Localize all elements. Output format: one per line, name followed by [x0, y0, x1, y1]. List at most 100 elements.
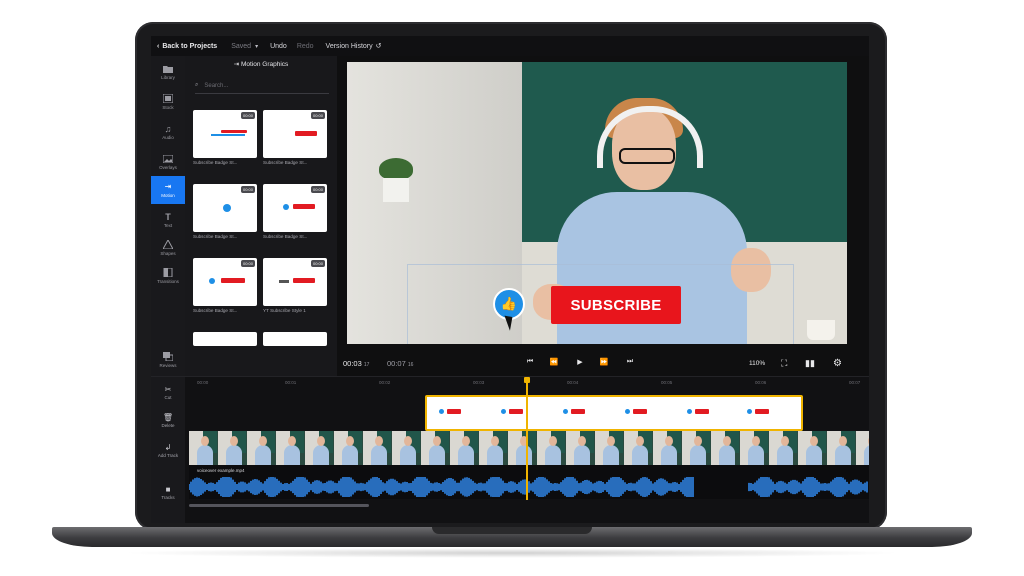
- add-track-icon: ↲: [164, 443, 172, 452]
- cut-button[interactable]: ✂ Cut: [151, 385, 185, 400]
- motion-graphics-panel: ⇥ Motion Graphics ⌕ Search... 00:00 Subs…: [185, 56, 337, 383]
- sidebar-item-overlays[interactable]: Overlays: [151, 148, 185, 176]
- chevron-down-icon[interactable]: ▾: [255, 43, 258, 50]
- motion-graphic-tile[interactable]: 00:00: [193, 110, 257, 158]
- tile-preview-bar: [221, 278, 245, 283]
- add-track-button[interactable]: ↲ Add Track: [151, 443, 185, 458]
- video-frame: [189, 431, 217, 465]
- video-frame: [508, 431, 536, 465]
- ruler-tick: 00:02: [379, 380, 391, 385]
- tile-label: Subscribe Badge St...: [193, 160, 238, 165]
- video-frame: [537, 431, 565, 465]
- tile-preview-bar: [293, 278, 315, 283]
- motion-graphic-tile[interactable]: 00:00: [263, 184, 327, 232]
- back-to-projects-button[interactable]: ‹ Back to Projects: [157, 43, 217, 50]
- tile-preview-dot: [283, 204, 289, 210]
- rewind-icon[interactable]: ⏪: [549, 357, 559, 367]
- sidebar-item-library[interactable]: Library: [151, 58, 185, 86]
- delete-button[interactable]: 🗑 Delete: [151, 413, 185, 428]
- fast-forward-icon[interactable]: ⏩: [599, 357, 609, 367]
- music-note-icon: ♫: [164, 123, 172, 134]
- overlay-icon: [163, 154, 173, 163]
- sidebar-item-motion[interactable]: ⇥ Motion: [151, 176, 185, 204]
- sidebar-item-stock[interactable]: Stock: [151, 88, 185, 116]
- video-frame: [392, 431, 420, 465]
- sidebar-item-shapes[interactable]: Shapes: [151, 234, 185, 262]
- motion-graphic-tile[interactable]: [263, 332, 327, 346]
- gear-icon[interactable]: ⚙: [833, 358, 842, 369]
- version-history-label: Version History: [325, 42, 373, 50]
- back-to-projects-label: Back to Projects: [162, 42, 218, 50]
- panel-title-label: Motion Graphics: [240, 61, 289, 68]
- trash-icon: 🗑: [162, 413, 174, 422]
- version-history-button[interactable]: Version History ↺: [325, 42, 382, 51]
- video-frame: [827, 431, 855, 465]
- video-track[interactable]: [189, 431, 869, 465]
- sidebar-item-label: Stock: [162, 105, 174, 110]
- laptop-shadow: [120, 548, 904, 558]
- history-icon: ↺: [375, 43, 382, 50]
- video-frame: [624, 431, 652, 465]
- tracks-button[interactable]: ■ Tracks: [151, 485, 185, 500]
- current-frames: 17: [363, 361, 370, 368]
- split-view-icon[interactable]: ▮▮: [805, 358, 815, 369]
- sidebar-item-transitions[interactable]: Transitions: [151, 262, 185, 290]
- motion-graphic-clip[interactable]: [425, 395, 803, 431]
- video-frame: [247, 431, 275, 465]
- motion-graphic-tile[interactable]: 00:00: [193, 258, 257, 306]
- tool-label: Delete: [161, 423, 175, 428]
- duration-value: 00:07: [387, 358, 406, 368]
- video-frame: [363, 431, 391, 465]
- sidebar-item-label: Reviews: [159, 363, 177, 368]
- video-frame: [653, 431, 681, 465]
- sidebar-item-text[interactable]: T Text: [151, 206, 185, 234]
- video-preview[interactable]: SUBSCRIBE 👍: [347, 62, 847, 344]
- tool-label: Tracks: [161, 495, 175, 500]
- undo-button[interactable]: Undo: [270, 43, 287, 50]
- video-frame: [334, 431, 362, 465]
- top-bar: ‹ Back to Projects Saved ▾ Undo Redo Ver…: [151, 36, 869, 56]
- play-icon[interactable]: ▶: [575, 357, 585, 367]
- playhead[interactable]: [524, 377, 530, 500]
- tile-preview-bar: [295, 131, 317, 136]
- redo-button[interactable]: Redo: [297, 43, 314, 50]
- motion-graphic-tile[interactable]: 00:00: [263, 258, 327, 306]
- ruler-tick: 00:04: [567, 380, 579, 385]
- fullscreen-icon[interactable]: ⛶: [781, 358, 787, 369]
- duration-badge: 00:00: [310, 260, 325, 267]
- video-frame: [682, 431, 710, 465]
- motion-graphic-tile[interactable]: 00:00: [263, 110, 327, 158]
- skip-to-start-icon[interactable]: ⏮: [525, 357, 535, 367]
- timeline-scrollbar[interactable]: [189, 504, 369, 507]
- waveform-path: [189, 477, 868, 497]
- sidebar-item-label: Audio: [162, 135, 174, 140]
- tile-preview-dot: [223, 204, 231, 212]
- subscribe-button-overlay[interactable]: SUBSCRIBE: [551, 286, 681, 324]
- video-frame: [305, 431, 333, 465]
- sidebar-item-audio[interactable]: ♫ Audio: [151, 118, 185, 146]
- video-frame: [798, 431, 826, 465]
- text-icon: T: [165, 211, 171, 222]
- stock-icon: [163, 94, 173, 103]
- skip-to-end-icon[interactable]: ⏭: [625, 357, 635, 367]
- tile-preview-line: [211, 134, 245, 136]
- tile-label: Subscribe Badge St...: [193, 234, 238, 239]
- duration-frames: 16: [407, 361, 414, 368]
- duration: 00:07 16: [387, 359, 413, 368]
- motion-graphic-tile[interactable]: 00:00: [193, 184, 257, 232]
- search-field[interactable]: ⌕ Search...: [195, 78, 329, 94]
- zoom-level[interactable]: 110%: [749, 360, 765, 367]
- audio-track[interactable]: voiceover example.mp4: [189, 465, 869, 499]
- tile-preview-bar: [293, 204, 315, 209]
- tile-label: Subscribe Badge St...: [263, 160, 308, 165]
- video-frame: [595, 431, 623, 465]
- folder-icon: [163, 64, 173, 73]
- video-frame: [769, 431, 797, 465]
- sidebar-item-reviews[interactable]: Reviews: [151, 346, 185, 374]
- video-frame: [711, 431, 739, 465]
- panel-title: ⇥ Motion Graphics: [185, 60, 337, 68]
- tile-preview-line: [279, 280, 289, 283]
- sidebar-item-label: Text: [163, 223, 173, 228]
- background-pot: [383, 178, 409, 202]
- motion-graphic-tile[interactable]: [193, 332, 257, 346]
